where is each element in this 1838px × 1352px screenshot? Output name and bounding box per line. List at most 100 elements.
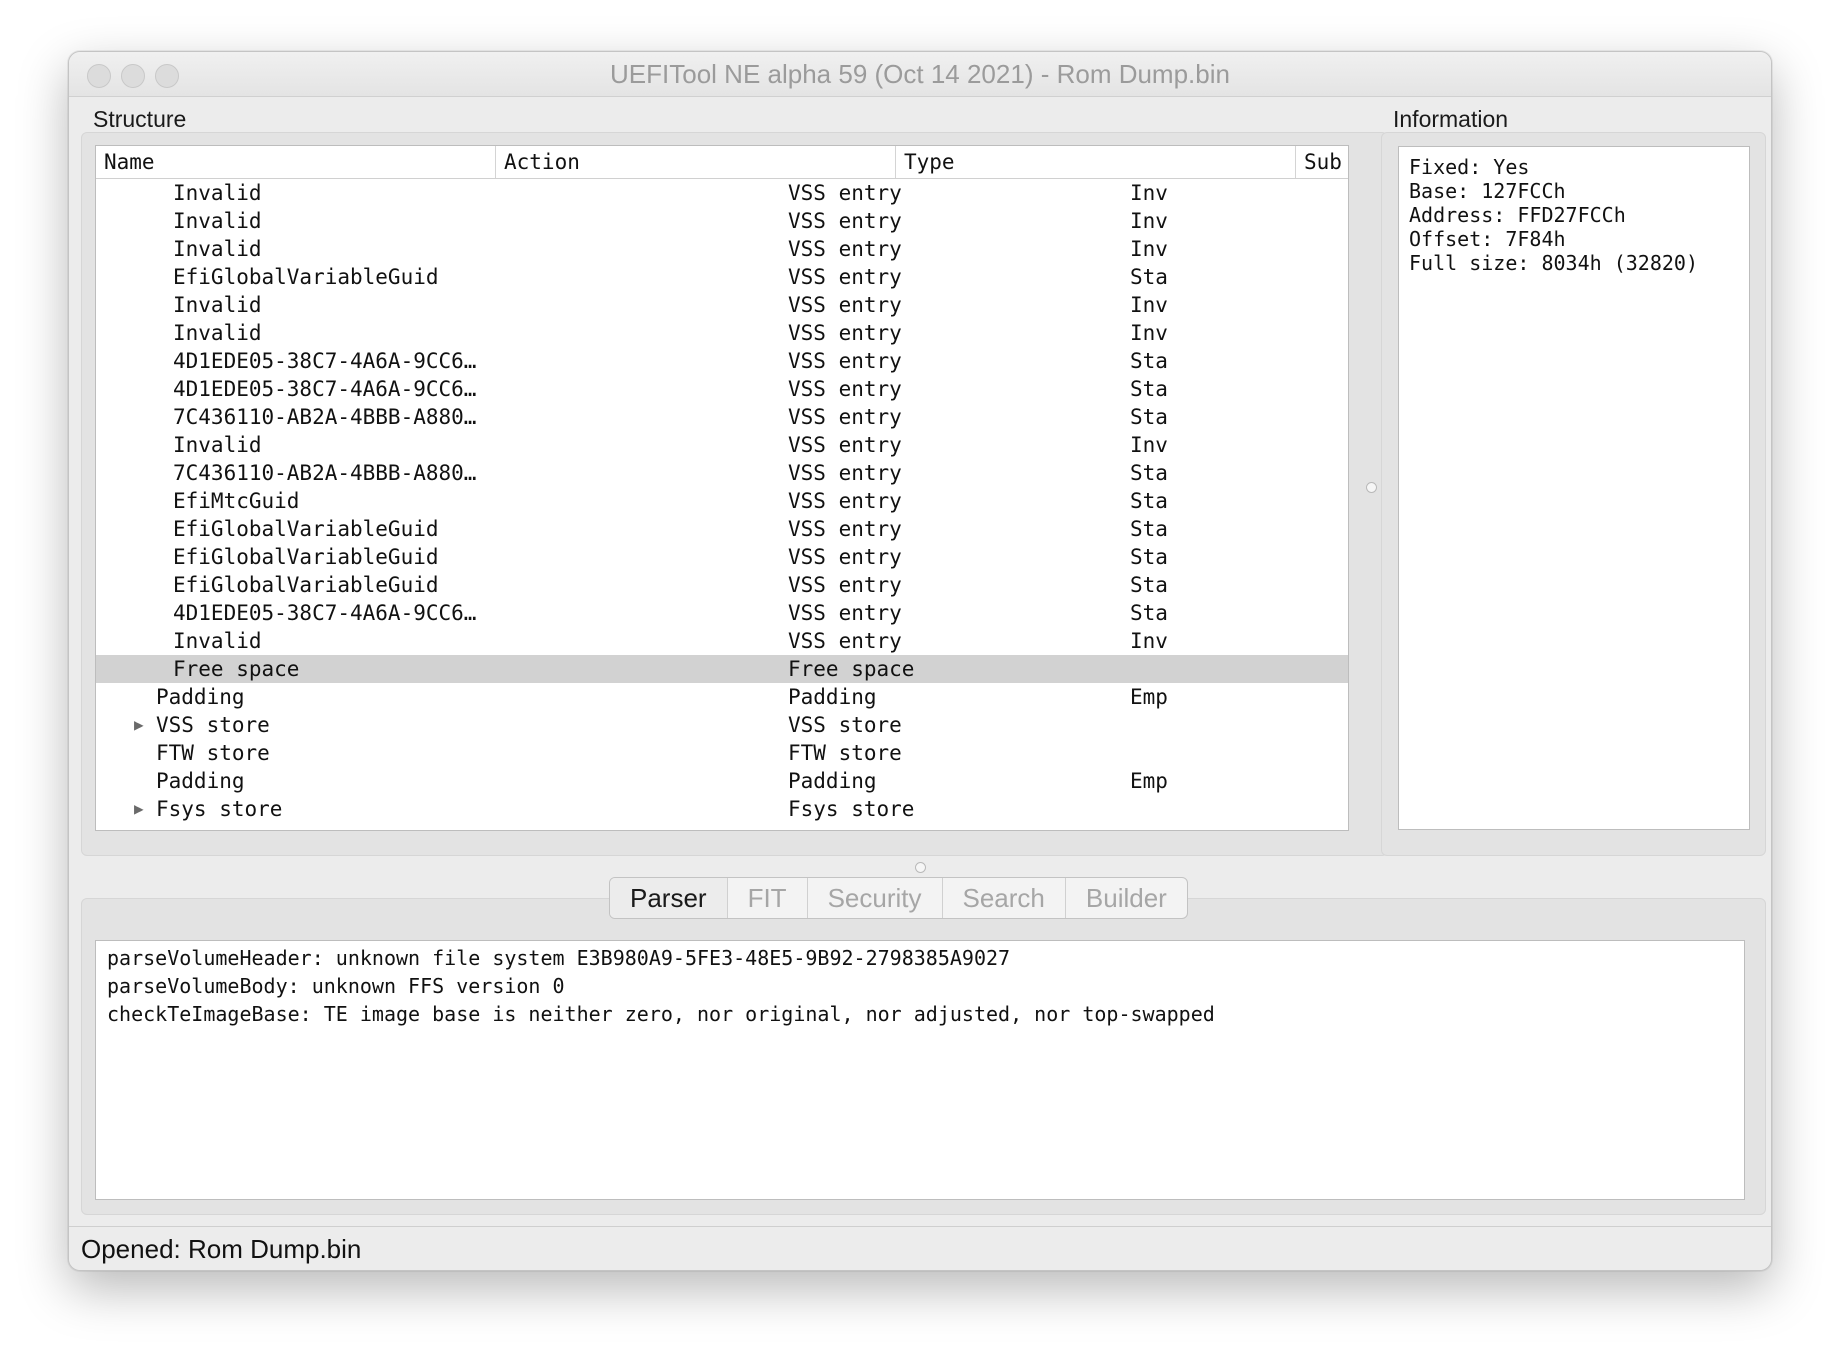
tab-fit[interactable]: FIT [728, 878, 808, 918]
title-bar[interactable]: UEFITool NE alpha 59 (Oct 14 2021) - Rom… [69, 52, 1771, 97]
tree-row[interactable]: 7C436110-AB2A-4BBB-A880… VSS entry Sta [96, 403, 1348, 431]
tree-cell-subtype: Inv [1130, 433, 1168, 457]
tree-cell-subtype [1130, 739, 1170, 767]
tree-cell-subtype: Sta [1130, 601, 1168, 625]
tree-cell-type: VSS entry [788, 433, 902, 457]
window-title: UEFITool NE alpha 59 (Oct 14 2021) - Rom… [610, 59, 1230, 89]
tree-cell-subtype: Sta [1130, 573, 1168, 597]
parser-messages-list[interactable]: parseVolumeHeader: unknown file system E… [95, 940, 1745, 1200]
tree-row[interactable]: Invalid VSS entry Inv [96, 627, 1348, 655]
info-line: Fixed: Yes [1409, 155, 1530, 179]
tab-builder[interactable]: Builder [1066, 878, 1187, 918]
tree-row[interactable]: Invalid VSS entry Inv [96, 235, 1348, 263]
tree-cell-action [444, 375, 784, 403]
tree-cell-type: FTW store [788, 741, 902, 765]
tree-cell-type: VSS entry [788, 293, 902, 317]
tree-cell-action [444, 319, 784, 347]
tree-cell-action [444, 599, 784, 627]
tree-cell-subtype: Sta [1130, 377, 1168, 401]
tree-cell-action [444, 263, 784, 291]
tree-cell-type: VSS entry [788, 629, 902, 653]
tree-cell-action [444, 179, 784, 207]
status-text: Opened: Rom Dump.bin [81, 1234, 362, 1264]
tree-header: Name Action Type Sub [96, 146, 1348, 179]
message-line[interactable]: parseVolumeHeader: unknown file system E… [107, 944, 1733, 972]
information-group: Fixed: Yes Base: 127FCCh Address: FFD27F… [1381, 132, 1766, 856]
tree-row[interactable]: 4D1EDE05-38C7-4A6A-9CC6… VSS entry Sta [96, 375, 1348, 403]
tab-parser[interactable]: Parser [610, 878, 728, 918]
tree-row[interactable]: Invalid VSS entry Inv [96, 207, 1348, 235]
tree-cell-action [444, 683, 784, 711]
tab-search[interactable]: Search [943, 878, 1066, 918]
vertical-splitter-handle[interactable] [1366, 482, 1377, 493]
tree-cell-type: VSS entry [788, 321, 902, 345]
tree-cell-subtype: Inv [1130, 293, 1168, 317]
tree-cell-action [444, 655, 784, 683]
tree-row[interactable]: Invalid VSS entry Inv [96, 319, 1348, 347]
tree-cell-action [444, 739, 784, 767]
tree-row[interactable]: Free space Free space [96, 655, 1348, 683]
tree-cell-type: VSS entry [788, 573, 902, 597]
tree-cell-subtype: Sta [1130, 545, 1168, 569]
tree-row[interactable]: Invalid VSS entry Inv [96, 291, 1348, 319]
tree-row[interactable]: ▶ VSS store VSS store [96, 711, 1348, 739]
tree-cell-subtype: Inv [1130, 629, 1168, 653]
tree-cell-type: VSS entry [788, 601, 902, 625]
tree-cell-subtype [1130, 711, 1170, 739]
tree-row[interactable]: 4D1EDE05-38C7-4A6A-9CC6… VSS entry Sta [96, 599, 1348, 627]
information-panel[interactable]: Fixed: Yes Base: 127FCCh Address: FFD27F… [1398, 146, 1750, 830]
tree-row[interactable]: EfiGlobalVariableGuid VSS entry Sta [96, 543, 1348, 571]
tree-row[interactable]: EfiGlobalVariableGuid VSS entry Sta [96, 263, 1348, 291]
tree-row[interactable]: Padding Padding Emp [96, 683, 1348, 711]
tree-row[interactable]: ▶ Fsys store Fsys store [96, 795, 1348, 823]
tree-cell-subtype: Emp [1130, 685, 1168, 709]
disclosure-triangle-icon[interactable]: ▶ [134, 795, 154, 823]
tree-row[interactable]: Invalid VSS entry Inv [96, 431, 1348, 459]
tree-cell-action [444, 711, 784, 739]
tree-row[interactable]: Padding Padding Emp [96, 767, 1348, 795]
tree-cell-action [444, 543, 784, 571]
horizontal-splitter-handle[interactable] [915, 862, 926, 873]
tree-cell-type: VSS entry [788, 349, 902, 373]
tree-cell-subtype: Sta [1130, 405, 1168, 429]
tree-row[interactable]: EfiGlobalVariableGuid VSS entry Sta [96, 571, 1348, 599]
tree-row[interactable]: EfiMtcGuid VSS entry Sta [96, 487, 1348, 515]
tree-row[interactable]: 7C436110-AB2A-4BBB-A880… VSS entry Sta [96, 459, 1348, 487]
tree-cell-subtype: Inv [1130, 181, 1168, 205]
tree-row[interactable]: Invalid VSS entry Inv [96, 179, 1348, 207]
tree-cell-type: VSS entry [788, 377, 902, 401]
info-line: Base: 127FCCh [1409, 179, 1566, 203]
tree-cell-type: VSS entry [788, 405, 902, 429]
tree-cell-action [444, 767, 784, 795]
app-window: UEFITool NE alpha 59 (Oct 14 2021) - Rom… [68, 51, 1772, 1271]
message-line[interactable]: checkTeImageBase: TE image base is neith… [107, 1000, 1733, 1028]
column-header-type[interactable]: Type [896, 146, 1296, 178]
column-header-action[interactable]: Action [496, 146, 896, 178]
structure-tree[interactable]: Name Action Type Sub Invalid VSS entry Inv… [95, 145, 1349, 831]
tree-cell-type: VSS entry [788, 489, 902, 513]
tree-row[interactable]: EfiGlobalVariableGuid VSS entry Sta [96, 515, 1348, 543]
tab-security[interactable]: Security [808, 878, 943, 918]
column-header-subtype[interactable]: Sub [1296, 146, 1348, 178]
tree-cell-type: VSS entry [788, 237, 902, 261]
tree-cell-action [444, 487, 784, 515]
tree-cell-type: Padding [788, 769, 877, 793]
tree-cell-action [444, 403, 784, 431]
tree-cell-action [444, 207, 784, 235]
tree-cell-subtype: Inv [1130, 209, 1168, 233]
disclosure-triangle-icon[interactable]: ▶ [134, 711, 154, 739]
tree-row[interactable]: FTW store FTW store [96, 739, 1348, 767]
tree-cell-subtype: Inv [1130, 321, 1168, 345]
tree-cell-subtype [1130, 795, 1170, 823]
message-line[interactable]: parseVolumeBody: unknown FFS version 0 [107, 972, 1733, 1000]
tree-cell-type: VSS entry [788, 209, 902, 233]
tree-cell-type: VSS entry [788, 181, 902, 205]
tree-cell-action [444, 515, 784, 543]
tree-cell-subtype: Sta [1130, 461, 1168, 485]
tree-cell-subtype: Inv [1130, 237, 1168, 261]
tree-cell-subtype: Sta [1130, 489, 1168, 513]
tree-cell-type: Fsys store [788, 797, 915, 821]
tree-row[interactable]: 4D1EDE05-38C7-4A6A-9CC6… VSS entry Sta [96, 347, 1348, 375]
tree-cell-action [444, 431, 784, 459]
column-header-name[interactable]: Name [96, 146, 496, 178]
